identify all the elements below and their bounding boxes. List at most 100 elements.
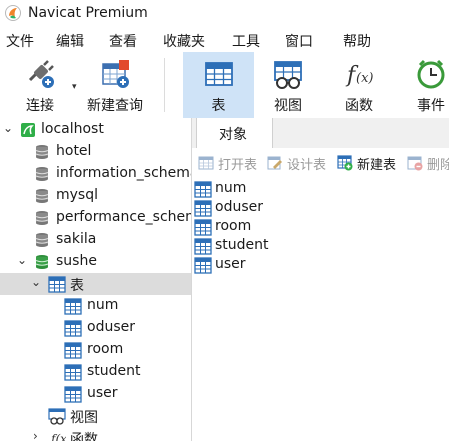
connection-icon <box>21 123 35 137</box>
function-icon: f (x) <box>345 63 373 88</box>
db-label: sakila <box>56 231 97 247</box>
db-label: mysql <box>56 187 98 203</box>
view-icon <box>274 61 302 89</box>
design-table-label: 设计表 <box>287 158 327 173</box>
menu-help[interactable]: 帮助 <box>343 31 371 51</box>
table-icon <box>64 298 82 315</box>
open-table-icon <box>198 156 214 170</box>
function-button[interactable]: f (x) 函数 <box>328 52 390 118</box>
database-icon <box>35 211 49 225</box>
views-node-label: 视图 <box>70 410 98 426</box>
view-button[interactable]: 视图 <box>257 52 319 118</box>
new-query-button[interactable]: 新建查询 <box>82 52 148 118</box>
tab-objects[interactable]: 对象 <box>196 118 273 148</box>
chevron-right-icon[interactable]: › <box>33 429 38 441</box>
table-label: 表 <box>211 98 226 114</box>
delete-table-icon <box>407 156 423 171</box>
database-icon <box>35 145 49 159</box>
title-bar: Navicat Premium <box>0 0 449 28</box>
chevron-down-icon[interactable]: ⌄ <box>17 253 27 267</box>
table-icon <box>194 257 212 274</box>
list-item-label: room <box>215 218 252 234</box>
chevron-down-icon[interactable]: ⌄ <box>31 275 41 289</box>
table-icon <box>194 181 212 198</box>
database-icon <box>35 233 49 247</box>
tree-db-hotel[interactable]: hotel <box>0 141 191 163</box>
db-label: information_schema <box>56 165 192 181</box>
menu-view[interactable]: 查看 <box>109 31 137 51</box>
object-toolbar: 打开表 设计表 新建表 删除 <box>192 148 449 178</box>
design-table-button[interactable]: 设计表 <box>267 154 333 173</box>
tree-db-sushe[interactable]: ⌄ sushe <box>0 251 191 273</box>
menu-file[interactable]: 文件 <box>6 31 34 51</box>
tree-views-node[interactable]: 视图 <box>0 405 191 427</box>
tree-table-user[interactable]: user <box>0 383 191 405</box>
tree-db-performance-schema[interactable]: performance_schema <box>0 207 191 229</box>
table-icon <box>64 342 82 359</box>
db-label: hotel <box>56 143 92 159</box>
chevron-down-icon[interactable]: ⌄ <box>3 121 13 135</box>
toolbar-divider <box>164 58 165 112</box>
database-icon <box>35 167 49 181</box>
table-icon <box>48 276 66 293</box>
menu-tools[interactable]: 工具 <box>232 31 260 51</box>
tables-node-label: 表 <box>70 278 84 294</box>
window-title: Navicat Premium <box>28 5 148 21</box>
table-button[interactable]: 表 <box>183 52 254 118</box>
list-item-label: num <box>215 180 247 196</box>
tree-table-num[interactable]: num <box>0 295 191 317</box>
list-item-label: oduser <box>215 199 263 215</box>
table-icon <box>204 62 233 86</box>
object-pane: 对象 打开表 设计表 新建表 删除 num oduser room studen… <box>192 118 449 441</box>
database-icon <box>35 189 49 203</box>
svg-text:f(x): f(x) <box>50 432 66 441</box>
menu-edit[interactable]: 编辑 <box>56 31 84 51</box>
tree-db-mysql[interactable]: mysql <box>0 185 191 207</box>
event-label: 事件 <box>417 98 445 114</box>
function-label: 函数 <box>345 98 373 114</box>
event-button[interactable]: 事件 <box>400 52 449 118</box>
table-label: user <box>87 385 118 401</box>
delete-table-label: 删除 <box>427 158 449 173</box>
design-table-icon <box>267 156 282 170</box>
db-label: sushe <box>56 253 97 269</box>
functions-node-label: 函数 <box>70 432 98 441</box>
connect-label: 连接 <box>26 98 54 114</box>
tree-table-room[interactable]: room <box>0 339 191 361</box>
menu-favorites[interactable]: 收藏夹 <box>163 31 205 51</box>
table-label: room <box>87 341 124 357</box>
tree-tables-node[interactable]: ⌄ 表 <box>0 273 191 295</box>
list-item-label: user <box>215 256 246 272</box>
table-icon <box>64 386 82 403</box>
table-icon <box>64 364 82 381</box>
connect-button[interactable]: 连接 <box>8 52 72 118</box>
view-icon <box>48 408 66 425</box>
tab-bar: 对象 <box>192 118 449 149</box>
tree-functions-node[interactable]: › f(x) 函数 <box>0 427 191 441</box>
tree-db-sakila[interactable]: sakila <box>0 229 191 251</box>
open-table-button[interactable]: 打开表 <box>198 154 264 173</box>
new-table-icon <box>337 155 353 171</box>
new-query-label: 新建查询 <box>87 98 143 114</box>
connect-dropdown-icon[interactable]: ▾ <box>72 82 77 92</box>
menu-bar: 文件 编辑 查看 收藏夹 工具 窗口 帮助 <box>0 28 449 52</box>
tree-table-student[interactable]: student <box>0 361 191 383</box>
tree-table-oduser[interactable]: oduser <box>0 317 191 339</box>
new-table-button[interactable]: 新建表 <box>337 154 403 173</box>
table-label: num <box>87 297 119 313</box>
menu-window[interactable]: 窗口 <box>285 31 313 51</box>
tree-connection-localhost[interactable]: ⌄ localhost <box>0 119 191 141</box>
navigation-tree: ⌄ localhost hotel information_schema mys… <box>0 118 192 441</box>
table-label: student <box>87 363 141 379</box>
view-label: 视图 <box>274 98 302 114</box>
delete-table-button[interactable]: 删除 <box>407 154 449 173</box>
tree-db-information-schema[interactable]: information_schema <box>0 163 191 185</box>
table-icon <box>64 320 82 337</box>
navicat-logo-icon <box>5 5 21 21</box>
connection-label: localhost <box>41 121 104 137</box>
svg-text:(x): (x) <box>356 71 373 86</box>
open-table-label: 打开表 <box>218 158 258 173</box>
db-label: performance_schema <box>56 209 191 225</box>
tab-objects-label: 对象 <box>219 127 247 143</box>
plug-icon <box>28 60 54 88</box>
